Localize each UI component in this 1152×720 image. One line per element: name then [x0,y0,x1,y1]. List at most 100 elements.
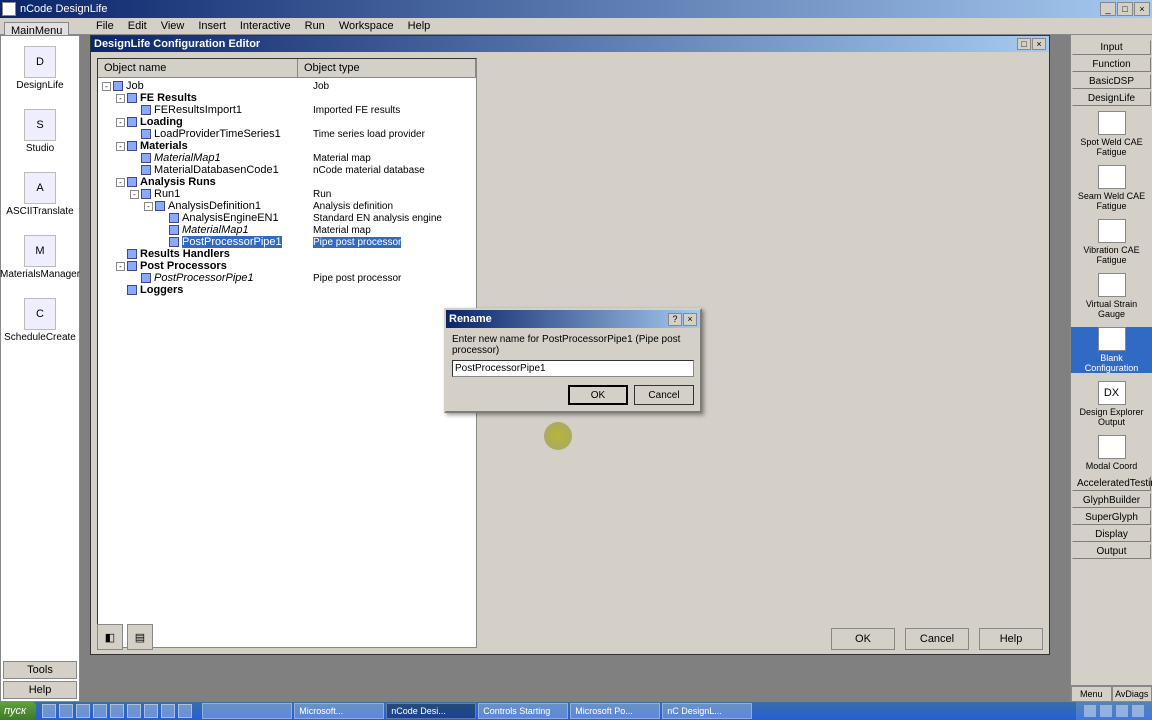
expander-icon[interactable]: - [130,190,139,199]
tree-node[interactable]: Results Handlers [98,248,476,260]
palette-header[interactable]: BasicDSP [1072,74,1151,89]
menu-item-workspace[interactable]: Workspace [333,19,400,33]
menu-item-run[interactable]: Run [299,19,331,33]
menu-item-insert[interactable]: Insert [192,19,232,33]
taskbar-task[interactable]: nCode Desi... [386,703,476,719]
expander-icon[interactable]: - [116,178,125,187]
systray-icon[interactable] [1116,705,1128,717]
palette-header[interactable]: Function [1072,57,1151,72]
expander-icon[interactable]: - [116,118,125,127]
col-object-name[interactable]: Object name [98,59,298,77]
tree-node[interactable]: FEResultsImport1Imported FE results [98,104,476,116]
palette-footer-header[interactable]: Display [1072,527,1151,542]
tree-node[interactable]: -Post Processors [98,260,476,272]
systray-icon[interactable] [1132,705,1144,717]
config-ok-button[interactable]: OK [831,628,895,650]
expander-icon[interactable]: - [116,94,125,103]
tree-node[interactable]: MaterialDatabasenCode1nCode material dat… [98,164,476,176]
palette-item[interactable]: Seam Weld CAE Fatigue [1071,165,1152,211]
quicklaunch-icon[interactable] [178,704,192,718]
close-button[interactable]: × [1134,2,1150,16]
systray-icon[interactable] [1100,705,1112,717]
tree-node[interactable]: -FE Results [98,92,476,104]
palette-item[interactable]: Spot Weld CAE Fatigue [1071,111,1152,157]
palette-item[interactable]: DXDesign Explorer Output [1071,381,1152,427]
palette-item[interactable]: Vibration CAE Fatigue [1071,219,1152,265]
quicklaunch-icon[interactable] [144,704,158,718]
taskbar-task[interactable]: Controls Starting [478,703,568,719]
quicklaunch-icon[interactable] [110,704,124,718]
quicklaunch-icon[interactable] [42,704,56,718]
palette-footer-header[interactable]: AcceleratedTesting [1072,476,1151,491]
rename-ok-button[interactable]: OK [568,385,628,405]
rename-close-button[interactable]: × [683,313,697,326]
palette-footer-header[interactable]: GlyphBuilder [1072,493,1151,508]
tool-designlife[interactable]: DDesignLife [16,46,63,91]
palette-item[interactable]: Modal Coord [1071,435,1152,471]
tree-node[interactable]: AnalysisEngineEN1Standard EN analysis en… [98,212,476,224]
tool-schedulecreate[interactable]: CScheduleCreate [4,298,76,343]
menu-item-edit[interactable]: Edit [122,19,153,33]
tree-nav-button-2[interactable]: ▤ [127,624,153,650]
tree-node[interactable]: -Analysis Runs [98,176,476,188]
config-cancel-button[interactable]: Cancel [905,628,969,650]
palette-footer-header[interactable]: Output [1072,544,1151,559]
tree-node[interactable]: -JobJob [98,80,476,92]
rename-help-button[interactable]: ? [668,313,682,326]
tree-node[interactable]: Loggers [98,284,476,296]
quicklaunch-icon[interactable] [93,704,107,718]
tree-node[interactable]: MaterialMap1Material map [98,152,476,164]
tool-asciitranslate[interactable]: AASCIITranslate [6,172,73,217]
tree-node[interactable]: -Loading [98,116,476,128]
palette-header[interactable]: Input [1072,40,1151,55]
expander-icon[interactable]: - [116,142,125,151]
palette-item[interactable]: Virtual Strain Gauge [1071,273,1152,319]
help-button[interactable]: Help [3,681,77,699]
rename-input[interactable] [452,360,694,377]
palette-footer-header[interactable]: SuperGlyph [1072,510,1151,525]
tree-node[interactable]: PostProcessorPipe1Pipe post processor [98,272,476,284]
tree-node[interactable]: PostProcessorPipe1Pipe post processor [98,236,476,248]
tree-node[interactable]: -Run1Run [98,188,476,200]
systray[interactable] [1076,702,1152,720]
start-button[interactable]: пуск [0,702,36,720]
rename-cancel-button[interactable]: Cancel [634,385,694,405]
quicklaunch-icon[interactable] [59,704,73,718]
expander-icon[interactable]: - [144,202,153,211]
tree-node[interactable]: LoadProviderTimeSeries1Time series load … [98,128,476,140]
palette-header[interactable]: DesignLife [1072,91,1151,106]
menu-item-help[interactable]: Help [402,19,437,33]
palette-tab-menu[interactable]: Menu [1071,686,1112,702]
palette-item[interactable]: Blank Configuration [1071,327,1152,373]
maximize-button[interactable]: □ [1117,2,1133,16]
object-tree[interactable]: Object name Object type -JobJob-FE Resul… [97,58,477,648]
taskbar-task[interactable] [202,703,292,719]
palette-label: Vibration CAE Fatigue [1077,245,1147,265]
config-help-button[interactable]: Help [979,628,1043,650]
tree-node[interactable]: -AnalysisDefinition1Analysis definition [98,200,476,212]
quicklaunch-icon[interactable] [76,704,90,718]
tool-materialsmanager[interactable]: MMaterialsManager [0,235,80,280]
palette-tab-avdiags[interactable]: AvDiags [1112,686,1152,702]
expander-icon[interactable]: - [102,82,111,91]
tool-studio[interactable]: SStudio [24,109,56,154]
config-maximize-button[interactable]: □ [1017,38,1031,50]
menu-item-interactive[interactable]: Interactive [234,19,297,33]
quicklaunch-icon[interactable] [161,704,175,718]
tree-node[interactable]: -Materials [98,140,476,152]
config-close-button[interactable]: × [1032,38,1046,50]
tree-node[interactable]: MaterialMap1Material map [98,224,476,236]
menu-item-view[interactable]: View [155,19,191,33]
taskbar-task[interactable]: Microsoft Po... [570,703,660,719]
rename-titlebar[interactable]: Rename ? × [446,310,700,328]
taskbar-task[interactable]: Microsoft... [294,703,384,719]
expander-icon[interactable]: - [116,262,125,271]
tools-button[interactable]: Tools [3,661,77,679]
menu-item-file[interactable]: File [90,19,120,33]
tree-nav-button-1[interactable]: ◧ [97,624,123,650]
minimize-button[interactable]: _ [1100,2,1116,16]
taskbar-task[interactable]: nC DesignL... [662,703,752,719]
quicklaunch-icon[interactable] [127,704,141,718]
col-object-type[interactable]: Object type [298,59,476,77]
systray-icon[interactable] [1084,705,1096,717]
